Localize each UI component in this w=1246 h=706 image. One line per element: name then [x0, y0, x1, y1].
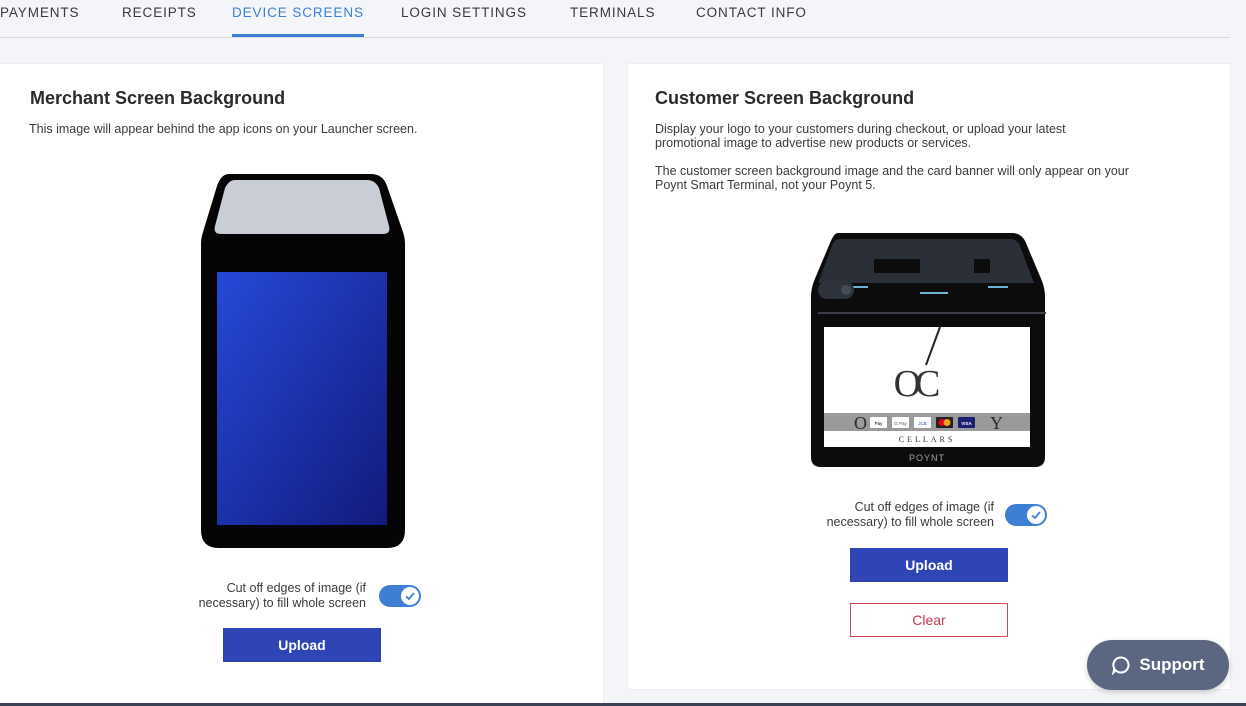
tab-login-settings[interactable]: LOGIN SETTINGS — [401, 5, 527, 36]
merchant-screen-card: Merchant Screen Background This image wi… — [0, 64, 603, 706]
check-icon — [1031, 511, 1041, 520]
tab-payments[interactable]: PAYMENTS — [0, 5, 79, 36]
merchant-screen-preview — [217, 272, 387, 525]
check-icon — [405, 592, 415, 601]
customer-title: Customer Screen Background — [655, 88, 915, 108]
customer-description: Display your logo to your customers duri… — [655, 122, 1066, 150]
svg-text:CELLARS: CELLARS — [899, 435, 956, 444]
svg-text:G Pay: G Pay — [894, 421, 907, 426]
support-button[interactable]: Support — [1087, 640, 1229, 690]
tab-receipts[interactable]: RECEIPTS — [122, 5, 197, 36]
merchant-crop-toggle[interactable] — [379, 585, 421, 607]
customer-crop-toggle[interactable] — [1005, 504, 1047, 526]
svg-text:OC: OC — [894, 363, 939, 405]
customer-crop-toggle-label: Cut off edges of image (if necessary) to… — [826, 500, 994, 529]
svg-text:O: O — [854, 413, 867, 433]
support-label: Support — [1139, 655, 1205, 674]
svg-text:POYNT: POYNT — [909, 453, 945, 463]
customer-screen-card: Customer Screen Background Display your … — [628, 64, 1230, 689]
chat-bubble-icon — [1112, 656, 1130, 675]
tab-bar: PAYMENTS RECEIPTS DEVICE SCREENS LOGIN S… — [0, 0, 1230, 38]
svg-text:JCB: JCB — [918, 421, 927, 426]
merchant-upload-button[interactable]: Upload — [223, 628, 381, 662]
customer-upload-button[interactable]: Upload — [850, 548, 1008, 582]
customer-clear-button[interactable]: Clear — [850, 603, 1008, 637]
merchant-crop-toggle-label: Cut off edges of image (if necessary) to… — [198, 581, 366, 610]
svg-text:Y: Y — [990, 413, 1003, 433]
merchant-description: This image will appear behind the app ic… — [29, 122, 418, 136]
merchant-device-illustration — [201, 174, 405, 548]
customer-note: The customer screen background image and… — [655, 164, 1129, 192]
tab-terminals[interactable]: TERMINALS — [570, 5, 655, 36]
tab-device-screens[interactable]: DEVICE SCREENS — [232, 5, 364, 37]
customer-device-illustration: OC O Y Pay G Pay JCB VISA CELLARS POYNT — [811, 233, 1046, 467]
merchant-title: Merchant Screen Background — [30, 88, 286, 108]
svg-text:VISA: VISA — [961, 421, 972, 426]
svg-text:Pay: Pay — [875, 421, 884, 426]
tab-contact-info[interactable]: CONTACT INFO — [696, 5, 807, 36]
